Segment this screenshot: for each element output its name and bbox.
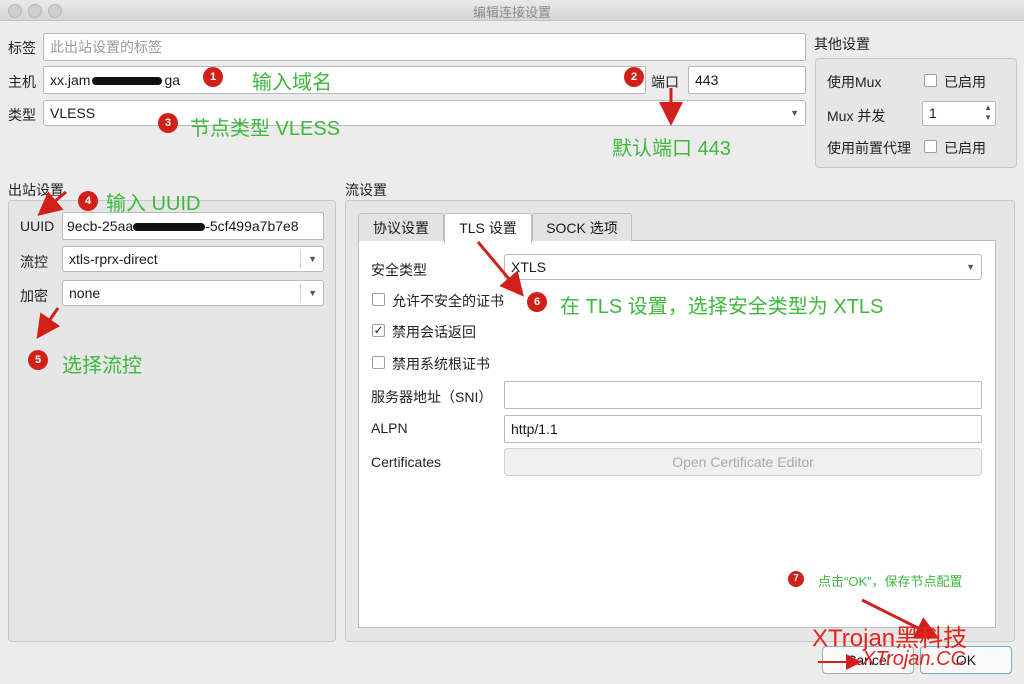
annotation-text-6: 在 TLS 设置，选择安全类型为 XTLS: [560, 296, 884, 318]
annotation-text-2: 默认端口 443: [612, 138, 731, 160]
annotation-text-1: 输入域名: [252, 72, 332, 94]
arrow-5: [36, 307, 61, 339]
arrow-6: [476, 241, 524, 297]
annotation-badge-2: 2: [624, 67, 644, 87]
annotation-badge-5: 5: [28, 350, 48, 370]
arrow-4: [37, 190, 67, 216]
annotation-text-5: 选择流控: [62, 355, 142, 377]
annotation-badge-6: 6: [527, 292, 547, 312]
annotation-badge-1: 1: [203, 67, 223, 87]
annotation-text-3: 节点类型 VLESS: [190, 118, 341, 140]
annotation-text-7: 点击“OK”，保存节点配置: [818, 574, 963, 589]
annotation-badge-7: 7: [788, 571, 804, 587]
watermark-url: XTrojan.CC: [862, 648, 965, 670]
annotation-badge-3: 3: [158, 113, 178, 133]
annotation-text-4: 输入 UUID: [106, 193, 201, 215]
annotation-badge-4: 4: [78, 191, 98, 211]
